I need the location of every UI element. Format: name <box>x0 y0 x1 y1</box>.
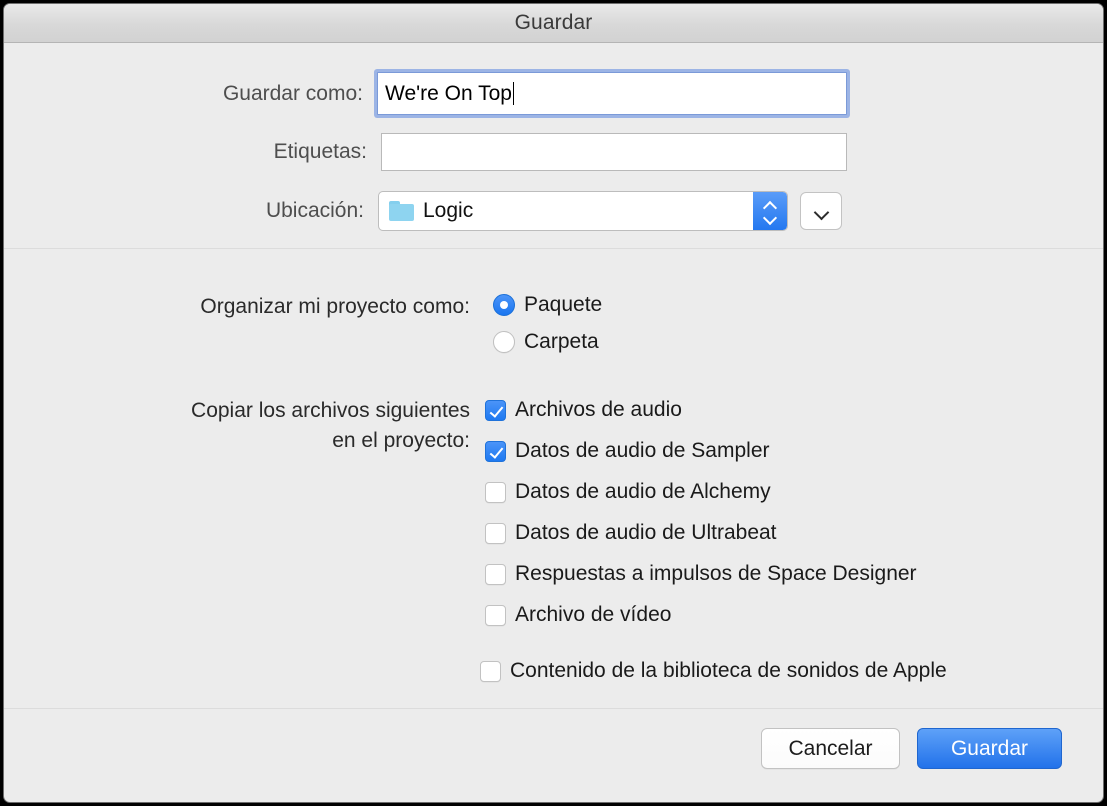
checkbox-datos-alchemy-box[interactable] <box>485 482 506 503</box>
location-value: Logic <box>423 199 473 223</box>
cancel-button[interactable]: Cancelar <box>761 728 900 769</box>
up-down-chevron-icon[interactable] <box>753 192 787 230</box>
dialog-action-bar: Cancelar Guardar <box>4 710 1103 802</box>
file-info-section: Guardar como: We're On Top Etiquetas: Ub… <box>4 43 1103 249</box>
tags-input[interactable] <box>381 133 847 171</box>
checkbox-datos-alchemy[interactable]: Datos de audio de Alchemy <box>485 480 771 504</box>
checkbox-archivos-de-audio-box[interactable] <box>485 400 506 421</box>
checkbox-archivo-video[interactable]: Archivo de vídeo <box>485 603 671 627</box>
checkbox-archivo-video-box[interactable] <box>485 605 506 626</box>
dialog-title: Guardar <box>515 11 593 35</box>
radio-carpeta-indicator[interactable] <box>493 331 515 353</box>
checkbox-archivo-video-label: Archivo de vídeo <box>515 603 671 627</box>
radio-paquete-label: Paquete <box>524 293 602 317</box>
save-as-row: Guardar como: We're On Top <box>4 72 847 115</box>
save-as-input[interactable]: We're On Top <box>377 72 847 115</box>
text-caret <box>513 82 514 105</box>
project-options-section: Organizar mi proyecto como: Paquete Carp… <box>4 250 1103 709</box>
dialog-titlebar: Guardar <box>4 4 1103 43</box>
checkbox-datos-ultrabeat-box[interactable] <box>485 523 506 544</box>
save-as-value: We're On Top <box>385 82 512 106</box>
copy-files-label-line1: Copiar los archivos siguientes <box>4 396 470 426</box>
checkbox-datos-sampler-box[interactable] <box>485 441 506 462</box>
checkbox-datos-ultrabeat-label: Datos de audio de Ultrabeat <box>515 521 777 545</box>
checkbox-space-designer-label: Respuestas a impulsos de Space Designer <box>515 562 917 586</box>
checkbox-biblioteca-apple[interactable]: Contenido de la biblioteca de sonidos de… <box>480 659 947 683</box>
checkbox-space-designer[interactable]: Respuestas a impulsos de Space Designer <box>485 562 917 586</box>
copy-files-label-line2: en el proyecto: <box>4 426 470 456</box>
checkbox-space-designer-box[interactable] <box>485 564 506 585</box>
location-label: Ubicación: <box>4 199 364 223</box>
checkbox-archivos-de-audio-label: Archivos de audio <box>515 398 682 422</box>
folder-icon <box>389 201 414 221</box>
checkbox-datos-alchemy-label: Datos de audio de Alchemy <box>515 480 771 504</box>
checkbox-biblioteca-apple-label: Contenido de la biblioteca de sonidos de… <box>510 659 947 683</box>
save-as-label: Guardar como: <box>45 82 363 106</box>
checkbox-archivos-de-audio[interactable]: Archivos de audio <box>485 398 682 422</box>
location-row: Ubicación: Logic <box>4 191 889 231</box>
checkbox-datos-sampler-label: Datos de audio de Sampler <box>515 439 770 463</box>
organize-label: Organizar mi proyecto como: <box>4 292 470 322</box>
radio-carpeta-label: Carpeta <box>524 330 599 354</box>
save-dialog: Guardar Guardar como: We're On Top Etiqu… <box>3 3 1104 803</box>
radio-option-paquete[interactable]: Paquete <box>493 293 602 317</box>
expand-browser-button[interactable] <box>800 192 842 230</box>
tags-row: Etiquetas: <box>4 133 847 171</box>
checkbox-datos-ultrabeat[interactable]: Datos de audio de Ultrabeat <box>485 521 777 545</box>
save-button[interactable]: Guardar <box>917 728 1062 769</box>
radio-option-carpeta[interactable]: Carpeta <box>493 330 599 354</box>
chevron-down-icon <box>814 207 829 216</box>
checkbox-datos-sampler[interactable]: Datos de audio de Sampler <box>485 439 770 463</box>
tags-label: Etiquetas: <box>49 140 367 164</box>
checkbox-biblioteca-apple-box[interactable] <box>480 661 501 682</box>
radio-paquete-indicator[interactable] <box>493 294 515 316</box>
location-popup-button[interactable]: Logic <box>378 191 788 231</box>
